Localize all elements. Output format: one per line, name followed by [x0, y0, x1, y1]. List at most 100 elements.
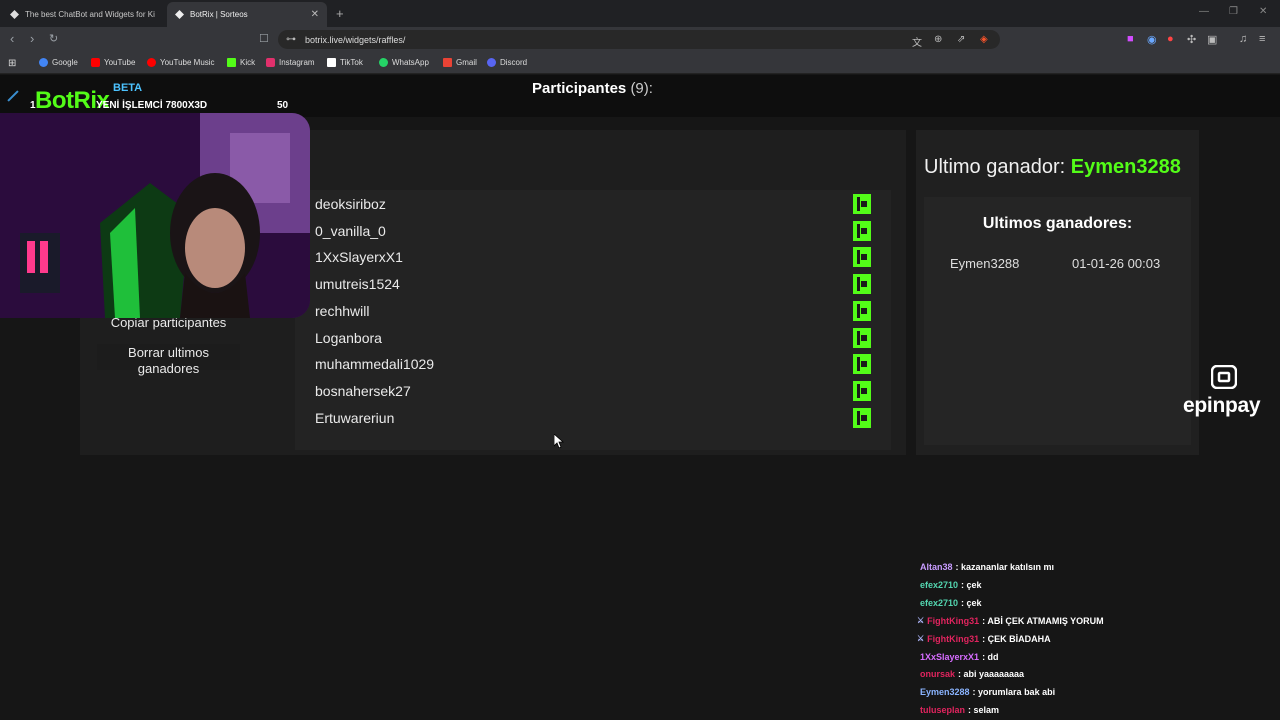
- extension-icon[interactable]: ●: [1167, 33, 1174, 45]
- youtube-icon: [91, 58, 100, 67]
- bookmark-discord[interactable]: Discord: [487, 58, 527, 67]
- reload-icon[interactable]: ↻: [49, 32, 58, 46]
- participant-row: bosnahersek27: [315, 378, 871, 404]
- tab-title: The best ChatBot and Widgets for Ki: [25, 10, 155, 19]
- beta-badge: BETA: [113, 82, 143, 94]
- winner-date: 01-01-26 00:03: [1072, 256, 1161, 271]
- botrix-favicon-icon: [10, 10, 19, 19]
- share-icon[interactable]: ⇗: [957, 34, 965, 45]
- botrix-favicon-icon: [175, 10, 184, 19]
- overlay-count: 50: [277, 100, 289, 111]
- bookmark-youtube[interactable]: YouTube: [91, 58, 135, 67]
- chat-message: ⚔ FightKing31: ABİ ÇEK ATMAMIŞ YORUM: [917, 616, 1104, 626]
- url-text[interactable]: botrix.live/widgets/raffles/: [305, 35, 405, 45]
- chat-username: efex2710: [920, 597, 959, 608]
- forward-icon[interactable]: ›: [30, 32, 34, 46]
- participant-name: bosnahersek27: [315, 382, 411, 399]
- chat-username: efex2710: [920, 579, 959, 590]
- participant-row: Loganbora: [315, 325, 871, 351]
- kick-icon: [853, 327, 871, 348]
- chat-text: : ÇEK BİADAHA: [982, 633, 1051, 644]
- participant-name: 1XxSlayerxX1: [315, 249, 403, 266]
- chat-username: 1XxSlayerxX1: [920, 651, 980, 662]
- kick-icon: [227, 58, 236, 67]
- chat-username: FightKing31: [927, 633, 980, 644]
- extension-icon[interactable]: ◉: [1147, 33, 1157, 46]
- zoom-icon[interactable]: ⊕: [934, 34, 942, 45]
- swords-badge-icon: ⚔: [917, 616, 925, 626]
- winners-title: Ultimos ganadores:: [982, 215, 1133, 232]
- bookmark-google[interactable]: Google: [39, 58, 78, 67]
- kick-icon: [853, 380, 871, 401]
- maximize-icon[interactable]: ❐: [1229, 6, 1238, 17]
- bookmark-instagram[interactable]: Instagram: [266, 58, 315, 67]
- chat-message: Altan38: kazananlar katılsın mı: [920, 562, 1054, 572]
- kick-icon: [853, 247, 871, 268]
- close-window-icon[interactable]: ✕: [1259, 6, 1267, 17]
- chat-username: Eymen3288: [920, 687, 970, 698]
- epinpay-wordmark: epinpay: [1183, 394, 1261, 417]
- brave-shield-icon[interactable]: ◈: [980, 34, 988, 45]
- browser-toolbar: ‹ › ↻ ☐ ⊶ botrix.live/widgets/raffles/ 文…: [0, 27, 1280, 52]
- chat-username: tuluseplan: [920, 705, 966, 716]
- overlay-rank: 1: [30, 100, 36, 111]
- menu-icon[interactable]: ≡: [1259, 33, 1265, 45]
- chat-message: tuluseplan: selam: [920, 705, 999, 715]
- browser-tab-active[interactable]: BotRix | Sorteos ✕: [167, 2, 327, 27]
- participant-name: rechhwill: [315, 302, 370, 319]
- participant-row: deoksiriboz: [315, 191, 871, 217]
- tiktok-icon: [327, 58, 336, 67]
- bookmark-tiktok[interactable]: TikTok: [327, 58, 363, 67]
- bookmarks-bar: ⊞ Google YouTube YouTube Music Kick Inst…: [0, 52, 1280, 74]
- chat-username: onursak: [920, 669, 956, 680]
- browser-tab[interactable]: The best ChatBot and Widgets for Ki: [2, 2, 164, 27]
- chat-message: Eymen3288: yorumlara bak abi: [920, 687, 1055, 697]
- winner-user: Eymen3288: [950, 256, 1020, 271]
- back-icon[interactable]: ‹: [10, 32, 14, 46]
- participant-name: deoksiriboz: [315, 196, 386, 212]
- participant-row: 0_vanilla_0: [315, 218, 871, 244]
- browser-tab-bar: The best ChatBot and Widgets for Ki BotR…: [0, 0, 1280, 27]
- google-icon: [39, 58, 48, 67]
- whatsapp-icon: [379, 58, 388, 67]
- bookmark-icon[interactable]: ☐: [259, 32, 269, 46]
- clear-winners-button[interactable]: Borrar ultimos ganadores: [97, 344, 240, 376]
- chat-text: : selam: [968, 705, 1000, 716]
- participant-name: 0_vanilla_0: [315, 222, 386, 239]
- last-winner-label: Ultimo ganador:: [924, 156, 1066, 178]
- extensions-puzzle-icon[interactable]: ✣: [1187, 33, 1196, 46]
- participant-row: 1XxSlayerxX1: [315, 244, 871, 270]
- chat-message: efex2710: çek: [920, 580, 982, 590]
- participant-row: rechhwill: [315, 298, 871, 324]
- swords-badge-icon: ⚔: [917, 634, 925, 644]
- participant-name: Loganbora: [315, 329, 382, 346]
- last-winner-name: Eymen3288: [1070, 156, 1181, 178]
- winners-panel: [924, 197, 1191, 445]
- bookmark-kick[interactable]: Kick: [227, 58, 255, 67]
- webcam-feed: [0, 113, 310, 318]
- media-icon[interactable]: ♫: [1239, 33, 1247, 45]
- kick-icon: [853, 407, 871, 428]
- kick-icon: [853, 354, 871, 375]
- instagram-icon: [266, 58, 275, 67]
- site-info-icon[interactable]: ⊶: [286, 34, 296, 45]
- mouse-cursor-icon: [553, 433, 565, 453]
- close-tab-icon[interactable]: ✕: [311, 9, 319, 20]
- chat-text: : ABİ ÇEK ATMAMIŞ YORUM: [982, 615, 1104, 626]
- kick-icon: [853, 220, 871, 241]
- bookmark-youtube-music[interactable]: YouTube Music: [147, 58, 215, 67]
- bookmark-gmail[interactable]: Gmail: [443, 58, 477, 67]
- tab-title: BotRix | Sorteos: [190, 10, 248, 19]
- chat-username: Altan38: [920, 562, 953, 572]
- translate-icon[interactable]: 文: [912, 34, 922, 49]
- epinpay-logo-icon: [1210, 364, 1238, 394]
- extension-icon[interactable]: ■: [1127, 33, 1134, 45]
- wallet-icon[interactable]: ▣: [1207, 33, 1217, 46]
- chat-message: onursak: abi yaaaaaaaa: [920, 669, 1024, 679]
- new-tab-icon[interactable]: +: [336, 6, 344, 21]
- chat-text: : abi yaaaaaaaa: [958, 669, 1025, 680]
- bookmark-whatsapp[interactable]: WhatsApp: [379, 58, 429, 67]
- chat-username: FightKing31: [927, 615, 980, 626]
- minimize-icon[interactable]: —: [1199, 6, 1209, 17]
- apps-grid-icon[interactable]: ⊞: [8, 58, 16, 69]
